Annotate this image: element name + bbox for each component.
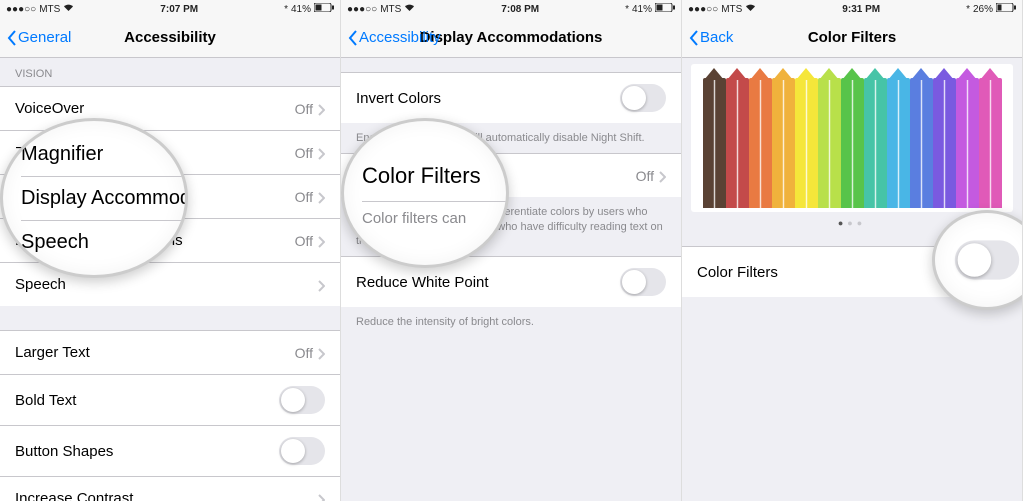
row-reduce-white-point[interactable]: Reduce White Point	[341, 256, 681, 307]
pencil-icon	[772, 78, 795, 208]
pencil-icon	[703, 78, 726, 208]
clock: 7:08 PM	[501, 4, 539, 15]
pencil-icon	[933, 78, 956, 208]
pencil-icon	[979, 78, 1002, 208]
pencil-icon	[795, 78, 818, 208]
bluetooth-icon: *	[966, 4, 970, 15]
battery-icon	[655, 3, 675, 15]
row-label: Reduce White Point	[356, 274, 489, 291]
callout-lens: Magnifier Display Accommodations Speech	[0, 118, 188, 278]
row-label: Increase Contrast	[15, 490, 133, 501]
wifi-icon	[404, 4, 415, 15]
screen-accessibility: ●●●○○ MTS 7:07 PM * 41% General Accessib…	[0, 0, 341, 501]
battery-pct: 26%	[973, 4, 993, 15]
chevron-right-icon	[317, 347, 325, 359]
lens-row-display: Display Accommodations	[21, 177, 185, 221]
row-value: Off	[636, 168, 654, 184]
row-value: Off	[295, 101, 313, 117]
switch-reduce-white-point[interactable]	[620, 268, 666, 296]
row-value: Off	[295, 189, 313, 205]
switch-bold-text[interactable]	[279, 386, 325, 414]
battery-pct: 41%	[632, 4, 652, 15]
status-bar: ●●●○○ MTS 7:07 PM * 41%	[0, 0, 340, 18]
wifi-icon	[63, 4, 74, 15]
lens-switch-icon	[955, 240, 1019, 279]
row-label: Invert Colors	[356, 90, 441, 107]
chevron-right-icon	[317, 103, 325, 115]
chevron-right-icon	[317, 235, 325, 247]
pencil-icon	[818, 78, 841, 208]
pencil-icon	[841, 78, 864, 208]
carrier-label: MTS	[380, 4, 401, 15]
row-label: Bold Text	[15, 392, 76, 409]
nav-back-label: Accessibility	[359, 29, 441, 46]
chevron-right-icon	[658, 170, 666, 182]
switch-invert-colors[interactable]	[620, 84, 666, 112]
carrier-label: MTS	[721, 4, 742, 15]
nav-bar: Accessibility Display Accommodations	[341, 18, 681, 58]
chevron-left-icon	[6, 29, 18, 47]
row-label: Larger Text	[15, 344, 90, 361]
chevron-left-icon	[347, 29, 359, 47]
battery-icon	[314, 3, 334, 15]
nav-back-button[interactable]: Back	[688, 18, 733, 57]
nav-back-button[interactable]: General	[6, 18, 71, 57]
row-value: Off	[295, 145, 313, 161]
row-bold-text[interactable]: Bold Text	[0, 374, 340, 425]
chevron-left-icon	[688, 29, 700, 47]
pencil-icon	[749, 78, 772, 208]
pencil-icon	[887, 78, 910, 208]
chevron-right-icon	[317, 191, 325, 203]
wifi-icon	[745, 4, 756, 15]
pencil-icon	[864, 78, 887, 208]
nav-bar: General Accessibility	[0, 18, 340, 58]
clock: 9:31 PM	[842, 4, 880, 15]
clock: 7:07 PM	[160, 4, 198, 15]
row-increase-contrast[interactable]: Increase Contrast	[0, 476, 340, 501]
carrier-label: MTS	[39, 4, 60, 15]
signal-dots-icon: ●●●○○	[688, 4, 718, 15]
battery-icon	[996, 3, 1016, 15]
lens-row-color-filters: Color Filters	[362, 151, 506, 202]
row-label: Color Filters	[697, 264, 778, 281]
row-value: Off	[295, 233, 313, 249]
section-header-vision: VISION	[0, 58, 340, 86]
row-value: Off	[295, 345, 313, 361]
pencil-icon	[726, 78, 749, 208]
pencil-icon	[956, 78, 979, 208]
nav-back-label: Back	[700, 29, 733, 46]
signal-dots-icon: ●●●○○	[6, 4, 36, 15]
status-bar: ●●●○○ MTS 9:31 PM * 26%	[682, 0, 1022, 18]
nav-bar: Back Color Filters	[682, 18, 1022, 58]
switch-button-shapes[interactable]	[279, 437, 325, 465]
callout-lens: Color Filters Color filters can	[341, 118, 509, 268]
battery-pct: 41%	[291, 4, 311, 15]
bluetooth-icon: *	[284, 4, 288, 15]
signal-dots-icon: ●●●○○	[347, 4, 377, 15]
status-bar: ●●●○○ MTS 7:08 PM * 41%	[341, 0, 681, 18]
pencils-preview-image[interactable]	[691, 64, 1013, 212]
bluetooth-icon: *	[625, 4, 629, 15]
chevron-right-icon	[317, 147, 325, 159]
row-larger-text[interactable]: Larger Text Off	[0, 330, 340, 374]
nav-back-button[interactable]: Accessibility	[347, 18, 441, 57]
footer-white-point: Reduce the intensity of bright colors.	[341, 307, 681, 337]
row-voiceover[interactable]: VoiceOver Off	[0, 86, 340, 130]
row-label: Speech	[15, 276, 66, 293]
chevron-right-icon	[317, 279, 325, 291]
row-button-shapes[interactable]: Button Shapes	[0, 425, 340, 476]
nav-back-label: General	[18, 29, 71, 46]
row-label: VoiceOver	[15, 100, 84, 117]
row-invert-colors[interactable]: Invert Colors	[341, 72, 681, 123]
row-label: Button Shapes	[15, 443, 113, 460]
screen-color-filters: ●●●○○ MTS 9:31 PM * 26% Back Color Filte…	[682, 0, 1023, 501]
pencil-icon	[910, 78, 933, 208]
chevron-right-icon	[317, 493, 325, 501]
screen-display-accommodations: ●●●○○ MTS 7:08 PM * 41% Accessibility Di…	[341, 0, 682, 501]
lens-row-footer: Color filters can	[362, 202, 506, 235]
